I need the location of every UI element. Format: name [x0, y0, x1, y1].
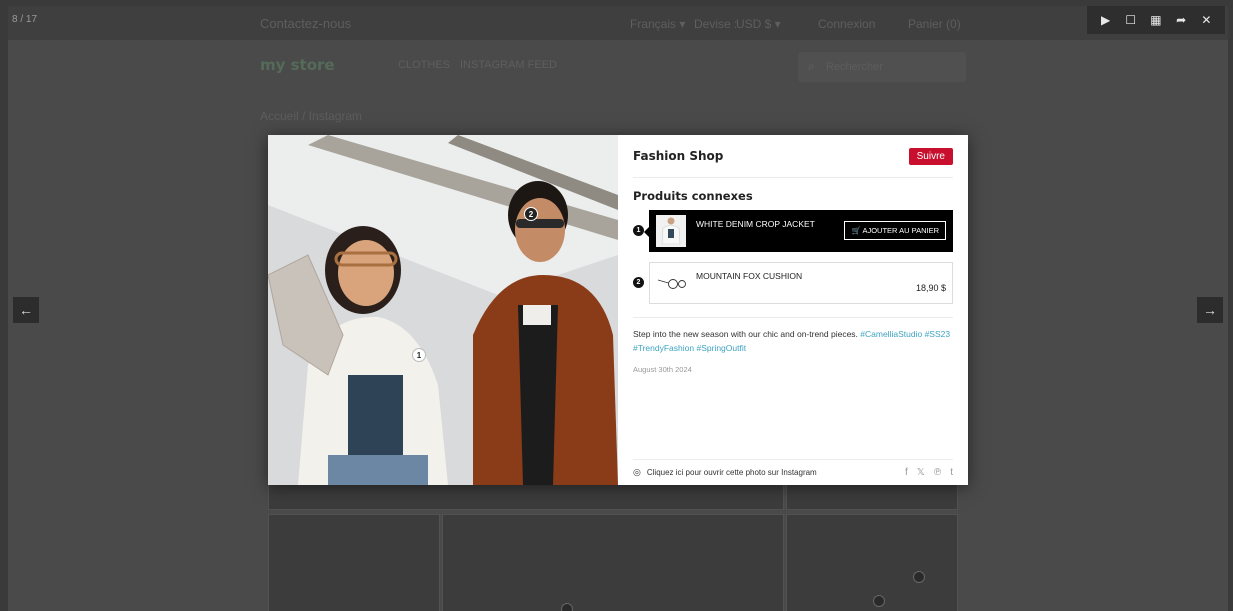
slide-counter: 8 / 17 — [12, 14, 38, 25]
fullscreen-icon[interactable]: ☐ — [1121, 10, 1141, 30]
hashtag-link[interactable]: #SpringOutfit — [696, 343, 746, 353]
bg-nav-instagram: INSTAGRAM FEED — [460, 59, 557, 71]
jacket-thumbnail[interactable] — [656, 215, 686, 247]
hashtag-link[interactable]: #CamelliaStudio — [860, 329, 922, 339]
glasses-image — [657, 279, 686, 289]
shop-name: Fashion Shop — [633, 149, 724, 163]
lightbox-toolbar: ▶ ☐ ▦ ➦ ✕ — [1087, 6, 1225, 34]
play-icon[interactable]: ▶ — [1096, 10, 1116, 30]
pinterest-icon[interactable]: ℗ — [934, 467, 941, 478]
product-number-badge: 2 — [633, 277, 644, 288]
product-price: 18,90 $ — [915, 283, 946, 293]
post-photo-illustration — [268, 135, 618, 485]
bg-contact-link: Contactez-nous — [260, 16, 352, 31]
follow-button[interactable]: Suivre — [908, 147, 953, 165]
bg-logo: my store — [260, 56, 335, 74]
bg-grid-tile — [268, 514, 440, 611]
facebook-icon[interactable]: f — [905, 467, 908, 478]
bg-grid-hotspot — [873, 595, 885, 607]
tumblr-icon[interactable]: t — [950, 467, 953, 478]
instagram-post-modal: 1 2 Fashion Shop Suivre Produits connexe… — [268, 135, 968, 485]
share-icon[interactable]: ➦ — [1171, 10, 1191, 30]
bg-search-placeholder: Rechercher — [826, 61, 883, 73]
post-caption: Step into the new season with our chic a… — [633, 317, 953, 355]
add-to-cart-label: AJOUTER AU PANIER — [862, 226, 939, 235]
instagram-icon: ◎ — [633, 467, 641, 477]
panel-header: Fashion Shop Suivre — [633, 135, 953, 178]
glasses-thumbnail[interactable] — [656, 267, 686, 299]
add-to-cart-button[interactable]: 🛒 AJOUTER AU PANIER — [844, 221, 946, 240]
bg-grid-tile — [442, 514, 784, 611]
bg-currency-select: USD $ ▾ — [736, 17, 781, 31]
bg-search-box: ⌕ Rechercher — [798, 52, 966, 82]
product-name[interactable]: MOUNTAIN FOX CUSHION — [696, 271, 916, 281]
bg-grid-tile — [786, 484, 958, 510]
bg-currency-label: Devise : — [694, 17, 738, 31]
jacket-image — [661, 217, 681, 245]
bg-photo-grid — [268, 484, 958, 611]
panel-footer: ◎ Cliquez ici pour ouvrir cette photo su… — [633, 459, 953, 485]
product-hotspot-2[interactable]: 2 — [524, 207, 538, 221]
product-card-mountain-fox-cushion[interactable]: MOUNTAIN FOX CUSHION 18,90 $ — [649, 262, 953, 304]
hashtag-link[interactable]: #TrendyFashion — [633, 343, 694, 353]
bg-grid-tile — [268, 484, 784, 510]
bg-cart-link: Panier (0) — [908, 17, 961, 31]
product-number-badge: 1 — [633, 225, 644, 236]
next-arrow-icon[interactable]: → — [1197, 297, 1223, 323]
bg-grid-hotspot — [913, 571, 925, 583]
bg-search-icon: ⌕ — [808, 59, 815, 73]
bg-grid-hotspot — [561, 603, 573, 611]
bg-nav-clothes: CLOTHES — [398, 59, 450, 71]
product-row-1: 1 WHITE DENIM CROP JACKET 🛒 AJOUTER AU P… — [633, 210, 953, 252]
product-card-white-denim-crop-jacket[interactable]: WHITE DENIM CROP JACKET 🛒 AJOUTER AU PAN… — [644, 210, 953, 252]
bg-breadcrumb: Accueil / Instagram — [260, 109, 363, 123]
close-icon[interactable]: ✕ — [1196, 10, 1216, 30]
product-hotspot-1[interactable]: 1 — [412, 348, 426, 362]
post-details-panel: Fashion Shop Suivre Produits connexes 1 … — [618, 135, 968, 485]
post-photo: 1 2 — [268, 135, 618, 485]
open-on-instagram-label: Cliquez ici pour ouvrir cette photo sur … — [646, 468, 817, 477]
share-links: f 𝕏 ℗ t — [905, 467, 953, 478]
product-row-2: 2 MOUNTAIN FOX CUSHION 18,90 $ — [633, 262, 953, 304]
hashtag-link[interactable]: #SS23 — [925, 329, 951, 339]
thumbnails-icon[interactable]: ▦ — [1146, 10, 1166, 30]
bg-grid-tile — [786, 514, 958, 611]
caption-text: Step into the new season with our chic a… — [633, 329, 861, 339]
previous-arrow-icon[interactable]: ← — [13, 297, 39, 323]
open-on-instagram-link[interactable]: ◎ Cliquez ici pour ouvrir cette photo su… — [633, 467, 817, 478]
background-topbar — [8, 6, 1228, 40]
bg-language-select: Français ▾ — [630, 17, 686, 31]
post-date: August 30th 2024 — [633, 365, 692, 374]
bg-login-link: Connexion — [818, 17, 876, 31]
x-twitter-icon[interactable]: 𝕏 — [917, 467, 925, 478]
product-name[interactable]: WHITE DENIM CROP JACKET — [696, 219, 844, 229]
related-products-title: Produits connexes — [633, 189, 753, 203]
